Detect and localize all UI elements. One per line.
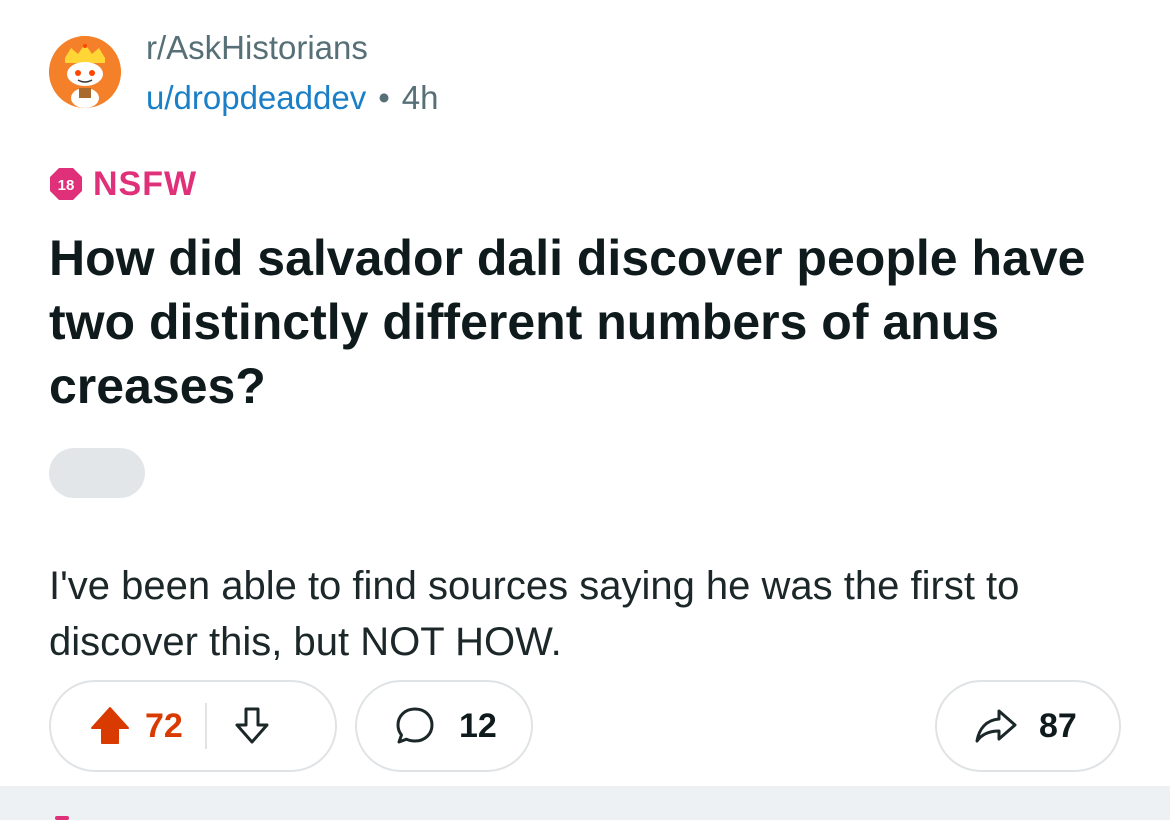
post-body: I've been able to find sources saying he…: [49, 564, 1020, 664]
flair-pill[interactable]: [49, 448, 145, 498]
next-post-peek: [55, 816, 69, 820]
nsfw-tag: 18 NSFW: [49, 164, 197, 204]
comment-bubble-icon: [396, 707, 434, 744]
meta-separator: •: [378, 79, 390, 116]
snoo-avatar-icon[interactable]: [49, 36, 121, 108]
nsfw-badge-number: 18: [58, 177, 75, 194]
vote-divider: [204, 703, 207, 749]
comment-count: 12: [459, 706, 497, 745]
feed-divider: [0, 786, 1170, 820]
post-meta: u/dropdeaddev • 4h: [146, 78, 438, 118]
author-link[interactable]: u/dropdeaddev: [146, 79, 366, 116]
upvote-count: 72: [145, 706, 183, 745]
vote-bar: 72: [49, 680, 337, 772]
post-age: 4h: [401, 79, 439, 116]
nsfw-18-icon: 18: [49, 167, 83, 201]
upvote-arrow-icon[interactable]: [87, 703, 133, 749]
share-count: 87: [1039, 706, 1077, 745]
subreddit-name[interactable]: r/AskHistorians: [146, 28, 368, 68]
share-button[interactable]: 87: [935, 680, 1121, 772]
comments-button[interactable]: 12: [355, 680, 533, 772]
share-arrow-icon: [975, 709, 1017, 743]
nsfw-label: NSFW: [93, 164, 198, 203]
post-title[interactable]: How did salvador dali discover people ha…: [49, 226, 1129, 418]
downvote-arrow-icon[interactable]: [229, 703, 275, 749]
